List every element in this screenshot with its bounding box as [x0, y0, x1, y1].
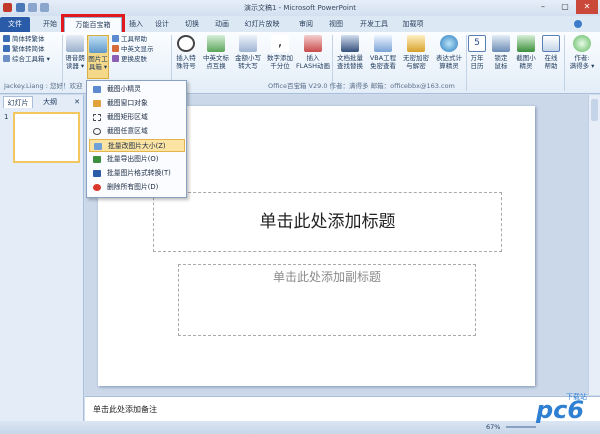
title-bar: 演示文稿1 - Microsoft PowerPoint – ▢ ✕: [0, 0, 600, 16]
menu-item-freeform-capture[interactable]: 截图任意区域: [89, 125, 185, 138]
menu-item-window-capture[interactable]: 截图窗口对象: [89, 97, 185, 110]
title-placeholder[interactable]: 单击此处添加标题: [153, 192, 502, 252]
group-label-info: Office百宝箱 V29.0 作者：满得多 邮箱：officebbx@163.…: [268, 82, 455, 90]
window-title: 演示文稿1 - Microsoft PowerPoint: [243, 4, 357, 12]
omega-icon: [177, 35, 195, 52]
currency-icon: [239, 35, 257, 52]
export-icon: [93, 156, 101, 163]
cn-en-display-button[interactable]: 中英文显示: [112, 44, 162, 54]
vba-grid-icon: [374, 35, 392, 52]
image-toolbox-button[interactable]: 图片工 具箱 ▾: [87, 35, 109, 79]
tab-animations[interactable]: 动画: [210, 17, 234, 32]
subtitle-placeholder[interactable]: 单击此处添加副标题: [178, 264, 476, 336]
close-pane-button[interactable]: ✕: [72, 96, 82, 108]
insert-flash-button[interactable]: 插入 FLASH动画: [296, 35, 330, 70]
delete-icon: [93, 184, 101, 191]
resize-icon: [94, 143, 102, 150]
book-icon: [542, 35, 560, 52]
menu-item-screenshot-elf[interactable]: 截图小精灵: [89, 83, 185, 96]
camera-icon: [93, 86, 101, 93]
document-arrow-icon: [207, 35, 225, 52]
toolbox-dropdown[interactable]: 综合工具箱 ▾: [3, 54, 63, 64]
encrypt-decrypt-button[interactable]: 无密加密 与解密: [400, 35, 432, 70]
expression-calc-button[interactable]: 表达式计 算精灵: [433, 35, 465, 70]
lock-mouse-button[interactable]: 锁定 鼠标: [489, 35, 513, 70]
lasso-icon: [93, 128, 101, 135]
close-button[interactable]: ✕: [576, 0, 598, 14]
author-button[interactable]: 作者: 满得多 ▾: [565, 35, 599, 70]
notes-placeholder: 单击此处添加备注: [93, 405, 157, 414]
tab-insert[interactable]: 插入: [124, 17, 148, 32]
menu-item-batch-resize[interactable]: 批量改图片大小(Z): [89, 139, 185, 152]
tab-outline[interactable]: 大纲: [36, 96, 64, 108]
maximize-button[interactable]: ▢: [554, 0, 576, 14]
vba-view-button[interactable]: VBA工程 免密查看: [367, 35, 399, 70]
tab-file[interactable]: 文件: [0, 17, 30, 32]
help-icon[interactable]: [574, 20, 582, 28]
minimize-button[interactable]: –: [532, 0, 554, 14]
batch-find-replace-button[interactable]: 文档批量 查找替换: [334, 35, 366, 70]
small-button-group-mid: 工具帮助 中英文显示 更换皮肤: [112, 34, 162, 64]
zoom-level: 67%: [486, 423, 501, 431]
tool-help-button[interactable]: 工具帮助: [112, 34, 162, 44]
ribbon-tabs: 文件 开始 万能百宝箱 插入 设计 切换 动画 幻灯片放映 审阅 视图 开发工具…: [0, 14, 600, 35]
screenshot-elf-button[interactable]: 截图小 精灵: [514, 35, 538, 70]
simplified-to-traditional-button[interactable]: 简体转繁体: [3, 34, 63, 44]
slide-thumbnail[interactable]: [13, 112, 80, 163]
menu-item-batch-convert[interactable]: 批量图片格式转换(T): [89, 167, 185, 180]
amount-to-uppercase-button[interactable]: 金额小写 转大写: [232, 35, 264, 70]
tab-view[interactable]: 视图: [324, 17, 348, 32]
floppy-icon: [93, 170, 101, 177]
binoculars-icon: [341, 35, 359, 52]
zoom-slider[interactable]: [506, 426, 536, 428]
author-icon: [573, 35, 591, 52]
punctuation-swap-button[interactable]: 中英文标 点互换: [201, 35, 231, 70]
mouse-icon: [492, 35, 510, 52]
picture-icon: [89, 36, 107, 53]
globe-icon: [440, 35, 458, 52]
menu-item-delete-all[interactable]: 删除所有图片(D): [89, 181, 185, 194]
scroll-thumb[interactable]: [591, 99, 598, 121]
tab-design[interactable]: 设计: [150, 17, 174, 32]
rectangle-icon: [93, 114, 101, 121]
online-help-button[interactable]: 在线 帮助: [539, 35, 563, 70]
tab-addins[interactable]: 加载项: [398, 17, 428, 32]
flash-icon: [304, 35, 322, 52]
vertical-scrollbar[interactable]: [588, 95, 600, 395]
change-skin-button[interactable]: 更换皮肤: [112, 54, 162, 64]
slide-number: 1: [4, 113, 9, 121]
tab-toolbox[interactable]: 万能百宝箱: [61, 14, 125, 35]
calendar-button[interactable]: 5 万年 日历: [467, 35, 487, 70]
tab-developer[interactable]: 开发工具: [356, 17, 392, 32]
tab-review[interactable]: 审阅: [294, 17, 318, 32]
speaker-icon: [66, 35, 84, 52]
notes-pane[interactable]: 单击此处添加备注: [85, 396, 600, 421]
tab-transitions[interactable]: 切换: [180, 17, 204, 32]
menu-item-rect-capture[interactable]: 截图矩形区域: [89, 111, 185, 124]
status-bar: 67%: [0, 421, 600, 434]
tab-slides[interactable]: 幻灯片: [3, 96, 33, 108]
slides-pane: 幻灯片 大纲 ✕ 1: [0, 95, 84, 434]
tab-slideshow[interactable]: 幻灯片放映: [238, 17, 286, 32]
thousands-separator-button[interactable]: , 数字添加 千分位: [265, 35, 295, 71]
voice-reader-button[interactable]: 语音朗 读器 ▾: [64, 35, 86, 70]
group-label-user: Jackey.Liang : 您好！欢迎: [4, 82, 83, 90]
menu-item-batch-export[interactable]: 批量导出图片(O): [89, 153, 185, 166]
image-toolbox-menu: 截图小精灵 截图窗口对象 截图矩形区域 截图任意区域 批量改图片大小(Z) 批量…: [86, 80, 187, 198]
traditional-to-simplified-button[interactable]: 繁体转简体: [3, 44, 63, 54]
insert-special-symbol-button[interactable]: 插入特 殊符号: [173, 35, 199, 70]
scissors-icon: [517, 35, 535, 52]
pc6-watermark: pc6 下载站: [536, 393, 587, 424]
calendar-icon: 5: [468, 35, 486, 52]
lock-icon: [407, 35, 425, 52]
small-button-group-left: 简体转繁体 繁体转简体 综合工具箱 ▾: [3, 34, 63, 64]
tab-home[interactable]: 开始: [36, 17, 64, 32]
comma-icon: ,: [271, 35, 289, 52]
window-icon: [93, 100, 101, 107]
